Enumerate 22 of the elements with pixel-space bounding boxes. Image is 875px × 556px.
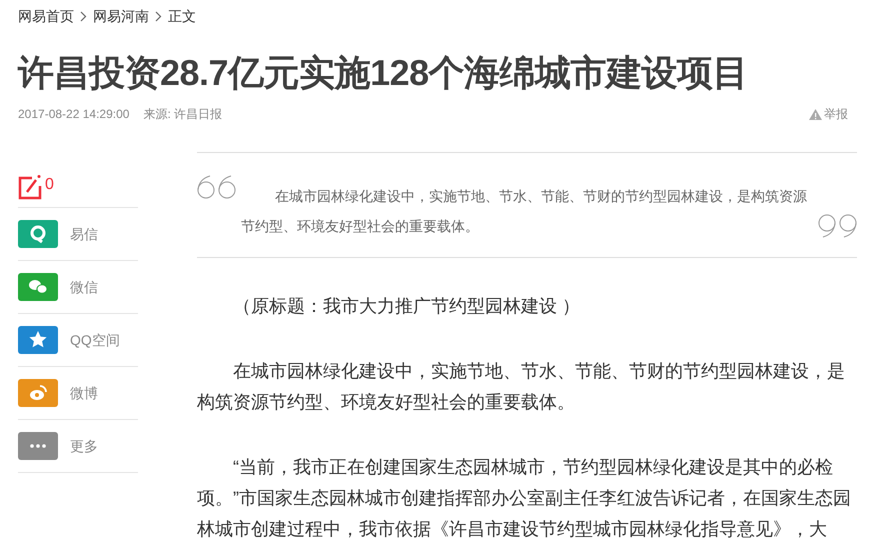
breadcrumb-link[interactable]: 网易首页 [18, 6, 74, 26]
edit-icon [18, 175, 42, 200]
article-paragraph: （原标题：我市大力推广节约型园林建设 ） [232, 295, 582, 318]
publish-time: 2017-08-22 14:29:00 [18, 106, 130, 123]
warning-icon [809, 108, 822, 120]
breadcrumb-link[interactable]: 网易河南 [93, 6, 149, 26]
article-title: 许昌投资28.7亿元实施128个海绵城市建设项目 [18, 51, 750, 95]
article-paragraph: 在城市园林绿化建设中，实施节地、节水、节能、节财的节约型园林建设，是构筑资源节约型、环境友好型社会的重要载体。 [197, 360, 846, 414]
chevron-icon [80, 10, 87, 22]
summary-quote: 在城市园林绿化建设中，实施节地、节水、节能、节财的节约型园林建设，是构筑资源节约型、环境友好型社会的重要载体。 [241, 187, 807, 236]
close-quote-icon [817, 214, 857, 238]
share-link[interactable]: 易信 [18, 208, 138, 261]
open-quote-icon [197, 175, 237, 199]
share-link[interactable]: 微信 [18, 261, 138, 314]
comment-link[interactable]: 0 [18, 172, 138, 208]
share-link[interactable]: QQ空间 [18, 314, 138, 367]
share-link[interactable]: 更多 [18, 420, 138, 473]
share-link[interactable]: 微博 [18, 367, 138, 420]
article-paragraph: “当前，我市正在创建国家生态园林城市，节约型园林绿化建设是其中的必检项。”市国家生态园林城市创建指挥部办公室副主任李红波告诉记者，在国家生态园林城市创建过程中，我市依据《许昌市建设节约型城市园林绿化指导意见》，大 [197, 456, 852, 541]
chevron-icon [155, 10, 162, 22]
report-link[interactable]: 举报 [809, 105, 848, 123]
source-text: 来源: 许昌日报 [143, 106, 222, 123]
